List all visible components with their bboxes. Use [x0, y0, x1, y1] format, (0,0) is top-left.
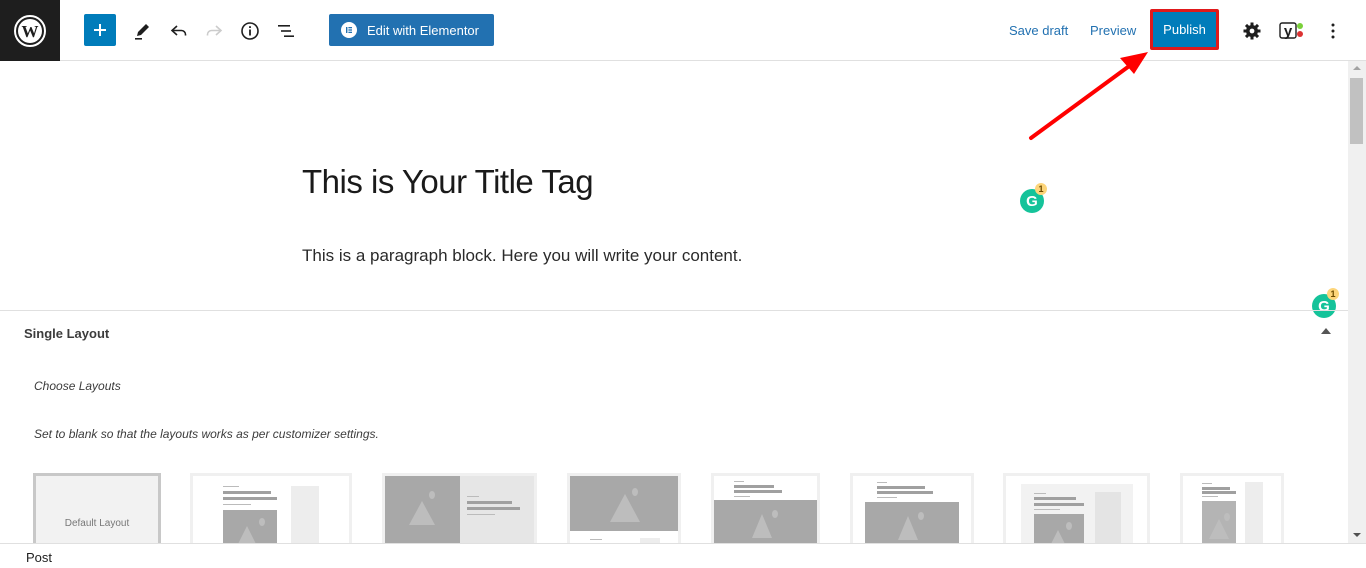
elementor-icon	[341, 22, 357, 38]
image-placeholder-icon	[570, 476, 678, 531]
breadcrumb-post[interactable]: Post	[26, 550, 52, 565]
page-placeholder	[1021, 484, 1133, 543]
placeholder-title	[877, 491, 933, 494]
placeholder-title	[734, 490, 782, 493]
layout-option-default[interactable]: Default Layout	[33, 473, 161, 543]
vertical-scrollbar[interactable]	[1348, 61, 1366, 543]
info-icon	[240, 21, 259, 40]
add-block-button[interactable]	[84, 14, 116, 46]
image-placeholder-icon	[1034, 514, 1084, 543]
settings-button[interactable]	[1235, 14, 1268, 47]
sidebar-placeholder	[1245, 482, 1263, 543]
placeholder-title	[734, 485, 774, 488]
plus-icon	[94, 24, 106, 36]
placeholder-title	[1202, 491, 1236, 494]
scroll-down-icon[interactable]	[1353, 533, 1361, 537]
edit-with-elementor-button[interactable]: Edit with Elementor	[329, 14, 494, 46]
wordpress-icon: W	[14, 14, 46, 47]
post-title[interactable]: This is Your Title Tag	[302, 163, 594, 201]
placeholder-meta	[734, 496, 750, 497]
layout-option-2[interactable]	[382, 473, 537, 543]
placeholder-title	[877, 486, 925, 489]
elementor-label: Edit with Elementor	[367, 22, 479, 38]
placeholder-title	[223, 497, 277, 500]
layouts-description: Set to blank so that the layouts works a…	[34, 427, 379, 441]
svg-text:y: y	[1284, 23, 1293, 40]
publish-highlight: Publish	[1150, 9, 1219, 50]
image-placeholder-icon	[1202, 501, 1236, 543]
undo-icon	[170, 24, 186, 36]
svg-text:W: W	[22, 22, 39, 41]
placeholder-meta	[877, 497, 897, 498]
more-vertical-icon	[1331, 23, 1334, 38]
scroll-up-icon[interactable]	[1353, 66, 1361, 70]
image-placeholder-icon	[385, 476, 460, 543]
single-layout-metabox: Single Layout Choose Layouts Set to blan…	[0, 310, 1348, 543]
yoast-icon: y	[1279, 21, 1303, 40]
paragraph-block[interactable]: This is a paragraph block. Here you will…	[302, 246, 742, 266]
grammarly-count-badge: 1	[1327, 288, 1339, 300]
redo-button[interactable]	[197, 14, 230, 47]
details-button[interactable]	[233, 14, 266, 47]
layout-option-6[interactable]	[1003, 473, 1150, 543]
text-panel-placeholder	[460, 476, 534, 543]
editor-header: W Edit with Elementor Save draft Preview…	[0, 0, 1366, 61]
gear-icon	[1243, 22, 1260, 39]
editor-canvas: This is Your Title Tag This is a paragra…	[0, 61, 1348, 543]
placeholder-meta	[734, 481, 744, 482]
list-view-button[interactable]	[269, 14, 302, 47]
metabox-title: Single Layout	[24, 326, 110, 341]
placeholder-meta	[1202, 496, 1218, 497]
undo-button[interactable]	[162, 14, 195, 47]
list-view-icon	[277, 24, 294, 37]
tools-button[interactable]	[125, 14, 158, 47]
placeholder-meta	[590, 539, 602, 540]
sidebar-placeholder	[291, 486, 319, 543]
scrollbar-thumb[interactable]	[1350, 78, 1363, 144]
placeholder-meta	[223, 504, 251, 505]
publish-button[interactable]: Publish	[1153, 12, 1216, 47]
block-breadcrumb-bar: Post	[0, 543, 1366, 568]
layout-option-1[interactable]	[190, 473, 352, 543]
placeholder-title	[223, 491, 271, 494]
placeholder-meta	[1202, 483, 1212, 484]
image-placeholder-icon	[223, 510, 277, 543]
placeholder-meta	[223, 486, 239, 487]
pencil-icon	[134, 23, 149, 40]
redo-icon	[206, 24, 222, 36]
placeholder-meta	[877, 482, 887, 483]
layout-option-4[interactable]	[711, 473, 820, 543]
wordpress-logo-button[interactable]: W	[0, 0, 60, 61]
image-placeholder-icon	[714, 500, 817, 543]
layout-option-5[interactable]	[850, 473, 974, 543]
layout-option-3[interactable]	[567, 473, 681, 543]
placeholder-title	[1202, 487, 1230, 490]
options-button[interactable]	[1316, 14, 1349, 47]
image-placeholder-icon	[865, 502, 959, 543]
grammarly-count-badge: 1	[1035, 183, 1047, 195]
layout-option-label: Default Layout	[64, 518, 130, 529]
grammarly-icon[interactable]: G 1	[1020, 183, 1047, 213]
yoast-seo-button[interactable]: y	[1277, 14, 1307, 47]
preview-button[interactable]: Preview	[1090, 23, 1136, 38]
collapse-toggle-icon[interactable]	[1321, 328, 1331, 334]
save-draft-button[interactable]: Save draft	[1009, 23, 1068, 38]
choose-layouts-label: Choose Layouts	[34, 379, 121, 393]
layout-option-7[interactable]	[1180, 473, 1284, 543]
